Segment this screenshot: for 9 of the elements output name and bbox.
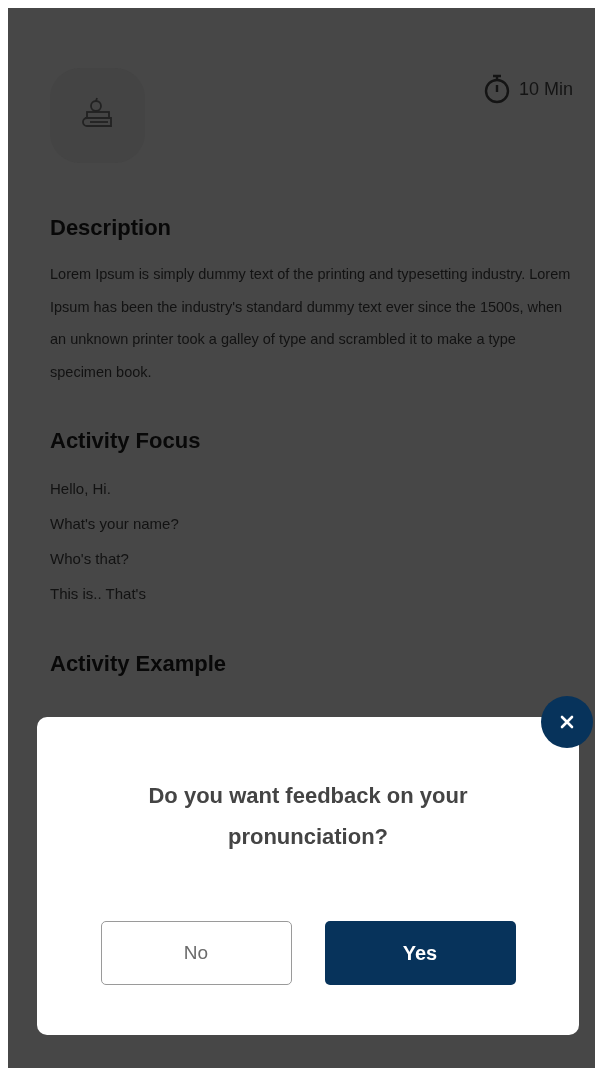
section-heading: Activity Example <box>50 650 228 678</box>
stopwatch-icon <box>482 74 511 104</box>
section-heading: Activity Focus <box>50 427 202 455</box>
close-icon <box>560 715 574 729</box>
yes-button[interactable]: Yes <box>324 921 516 985</box>
section-heading: Description <box>50 214 173 242</box>
no-button[interactable]: No <box>100 921 292 985</box>
close-button[interactable] <box>541 696 593 748</box>
dialog-question: Do you want feedback on your pronunciation? <box>147 782 469 851</box>
